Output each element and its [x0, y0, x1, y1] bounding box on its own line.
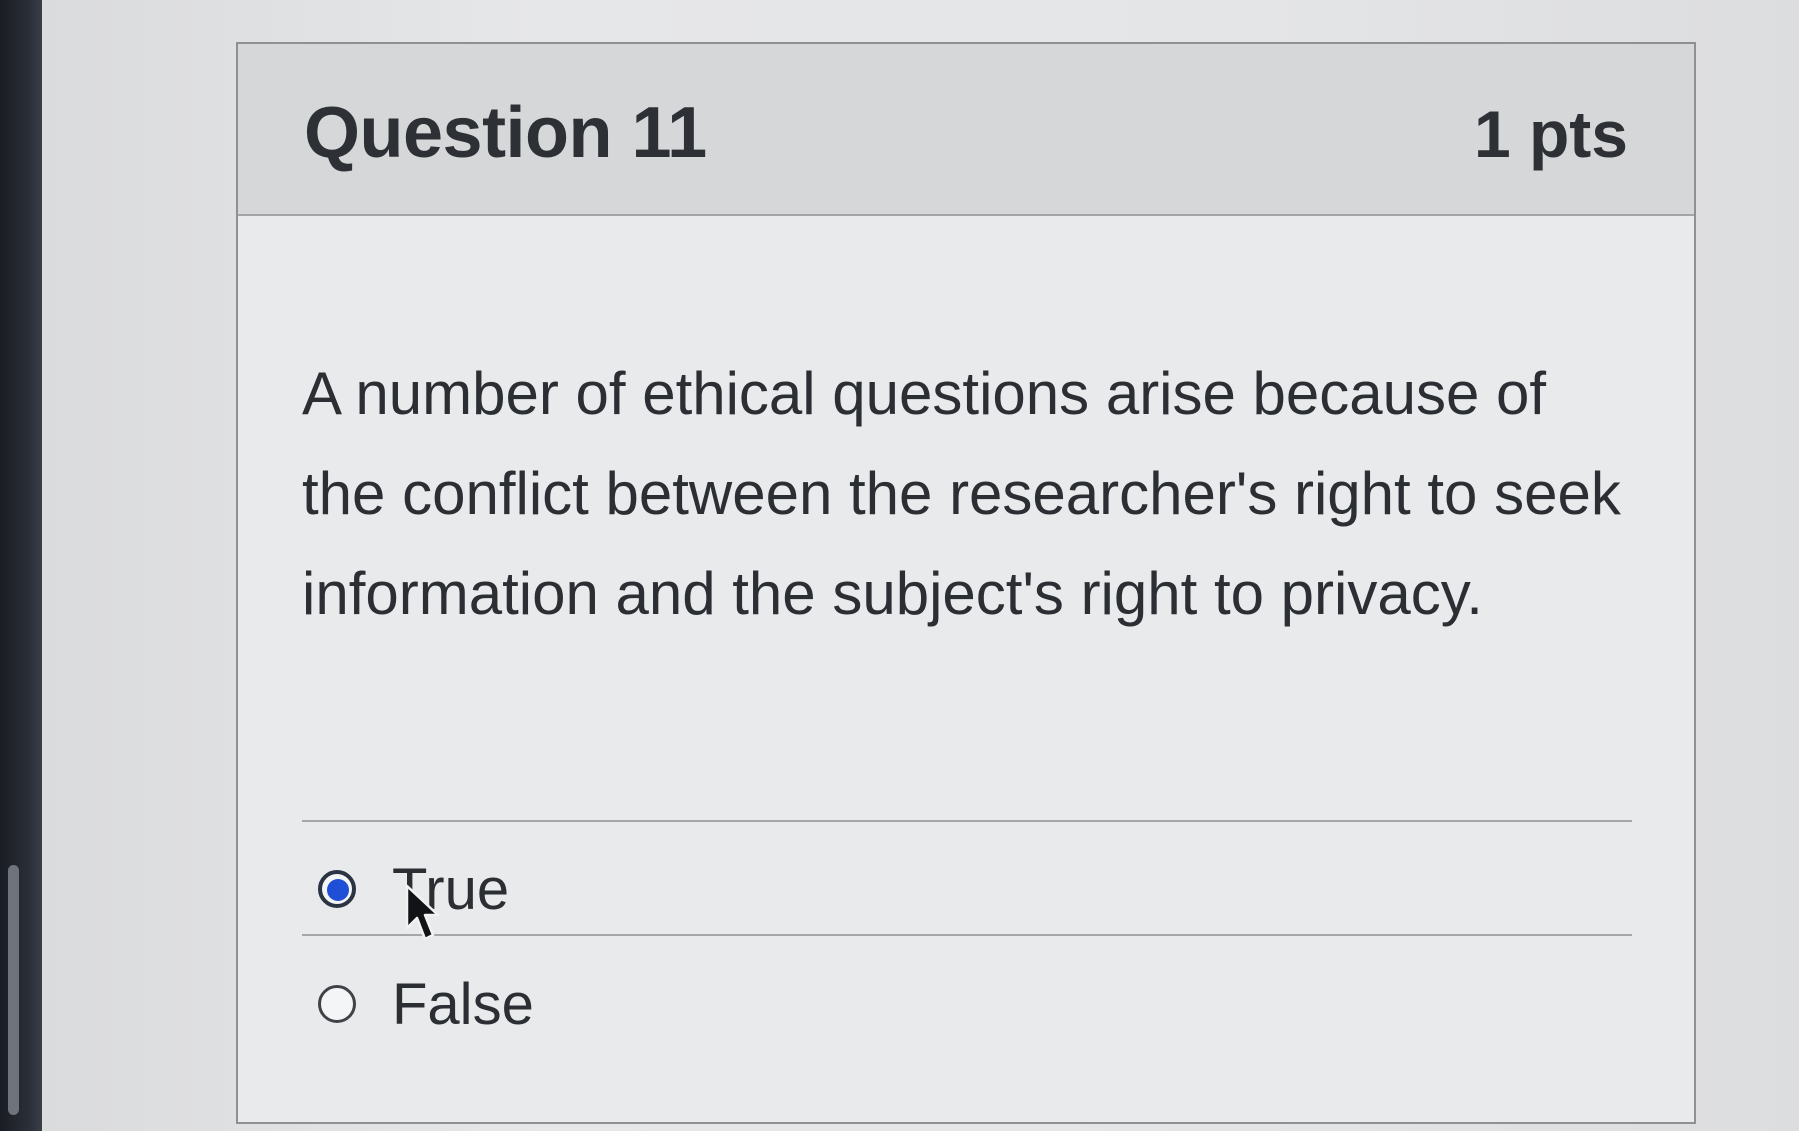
answers-divider [302, 934, 1632, 936]
question-title: Question 11 [304, 93, 707, 173]
scrollbar-thumb[interactable] [8, 865, 19, 1115]
screen-bezel [0, 0, 42, 1131]
answer-option-false[interactable]: False [318, 959, 534, 1049]
mouse-pointer-icon [405, 884, 440, 941]
answer-label-false: False [392, 971, 534, 1037]
answers-divider-top [302, 820, 1632, 822]
question-points: 1 pts [1473, 97, 1628, 171]
question-card: Question 11 1 pts A number of ethical qu… [236, 42, 1696, 1124]
radio-false[interactable] [318, 985, 356, 1023]
question-text: A number of ethical questions arise beca… [302, 360, 1621, 627]
radio-true[interactable] [318, 870, 356, 908]
question-header: Question 11 1 pts [238, 44, 1694, 216]
